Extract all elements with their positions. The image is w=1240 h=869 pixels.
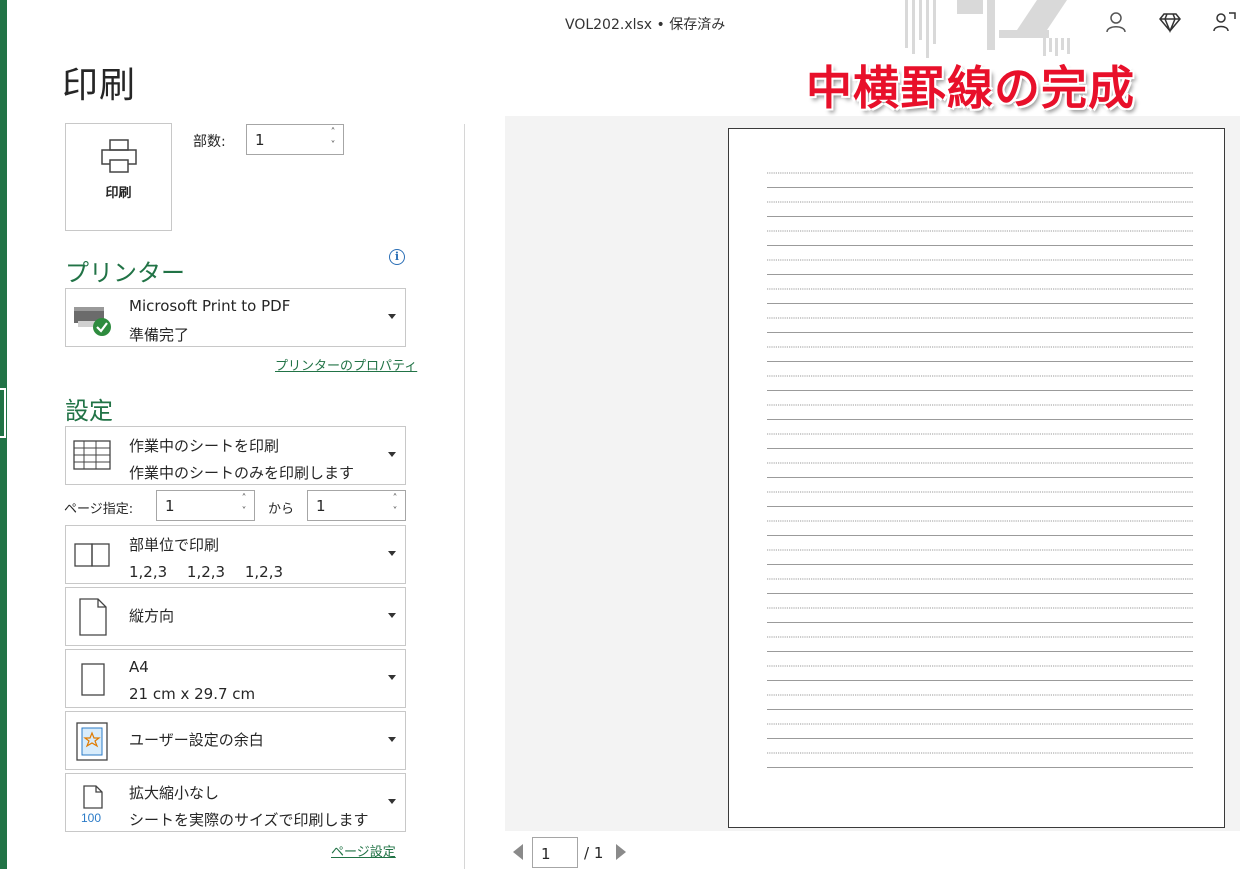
print-scope-title: 作業中のシートを印刷 (129, 437, 280, 455)
print-scope-dropdown[interactable]: 作業中のシートを印刷 作業中のシートのみを印刷します (65, 426, 406, 485)
chevron-down-icon (388, 675, 396, 680)
printer-name: Microsoft Print to PDF (129, 297, 291, 315)
chevron-down-icon (388, 737, 396, 742)
spinner-up-icon[interactable]: ˄ (238, 492, 250, 505)
settings-section-title: 設定 (65, 397, 113, 425)
share-icon[interactable] (1212, 10, 1236, 34)
info-icon[interactable]: i (389, 249, 405, 265)
orientation-title: 縦方向 (129, 607, 175, 625)
page-title: 印刷 (62, 65, 137, 106)
current-page-value: 1 (541, 845, 551, 863)
chevron-down-icon (388, 314, 396, 319)
orientation-dropdown[interactable]: 縦方向 (65, 587, 406, 646)
copies-spinner[interactable]: 1 ˄ ˅ (246, 124, 344, 155)
no-scaling-icon: 100 (81, 785, 103, 824)
print-scope-subtitle: 作業中のシートのみを印刷します (129, 464, 355, 482)
pages-to-spinner[interactable]: 1 ˄ ˅ (307, 490, 406, 521)
printer-status: 準備完了 (129, 326, 190, 344)
preview-page (728, 128, 1225, 828)
pages-to-value: 1 (316, 497, 326, 515)
pages-label: ページ指定: (64, 502, 134, 517)
collate-title: 部単位で印刷 (129, 536, 220, 554)
page-total: / 1 (584, 844, 604, 862)
spinner-down-icon[interactable]: ˅ (327, 139, 339, 152)
caption-banner: 中横罫線の完成 (806, 61, 1135, 115)
margins-dropdown[interactable]: ユーザー設定の余白 (65, 711, 406, 770)
diamond-icon[interactable] (1158, 10, 1182, 34)
scaling-subtitle: シートを実際のサイズで印刷します (129, 811, 369, 829)
portrait-page-icon (79, 598, 107, 636)
document-title: VOL202.xlsx • 保存済み (565, 17, 726, 33)
background-decoration (905, 0, 1070, 58)
paper-size-dropdown[interactable]: A4 21 cm x 29.7 cm (65, 649, 406, 708)
next-page-icon[interactable] (616, 844, 626, 860)
copies-label: 部数: (193, 134, 226, 150)
sheet-grid-icon (73, 440, 111, 470)
title-bar: VOL202.xlsx • 保存済み (7, 0, 1240, 58)
margins-title: ユーザー設定の余白 (129, 731, 264, 749)
current-page-input[interactable]: 1 (532, 837, 578, 868)
spinner-down-icon[interactable]: ˅ (389, 505, 401, 518)
pages-from-spinner[interactable]: 1 ˄ ˅ (156, 490, 255, 521)
scaling-dropdown[interactable]: 100 拡大縮小なし シートを実際のサイズで印刷します (65, 773, 406, 832)
ruled-lines (767, 172, 1193, 768)
chevron-down-icon (388, 799, 396, 804)
spinner-up-icon[interactable]: ˄ (389, 492, 401, 505)
paper-size-title: A4 (129, 658, 149, 676)
printer-icon (101, 139, 137, 173)
chevron-down-icon (388, 551, 396, 556)
account-icon[interactable] (1104, 10, 1128, 34)
print-button-label: 印刷 (105, 186, 132, 201)
chevron-down-icon (388, 452, 396, 457)
collated-pages-icon (74, 543, 110, 567)
printer-section-title: プリンター (65, 259, 185, 287)
panel-divider (464, 124, 465, 869)
pages-to-label: から (268, 502, 295, 517)
collate-dropdown[interactable]: 部単位で印刷 1,2,3 1,2,3 1,2,3 (65, 525, 406, 584)
chevron-down-icon (388, 613, 396, 618)
printer-dropdown[interactable]: Microsoft Print to PDF 準備完了 (65, 288, 406, 347)
pages-from-value: 1 (165, 497, 175, 515)
print-button[interactable]: 印刷 (65, 123, 172, 231)
previous-page-icon[interactable] (513, 844, 523, 860)
scaling-icon-text: 100 (81, 811, 101, 824)
spinner-up-icon[interactable]: ˄ (327, 126, 339, 139)
collate-subtitle: 1,2,3 1,2,3 1,2,3 (129, 563, 284, 581)
copies-value: 1 (255, 131, 265, 149)
printer-properties-link[interactable]: プリンターのプロパティ (275, 355, 417, 374)
scaling-title: 拡大縮小なし (129, 784, 220, 802)
page-setup-link[interactable]: ページ設定 (331, 841, 396, 860)
paper-size-icon (81, 663, 105, 696)
spinner-down-icon[interactable]: ˅ (238, 505, 250, 518)
custom-margins-icon (76, 722, 108, 761)
nav-selection-marker (0, 388, 6, 438)
printer-ready-icon (74, 307, 111, 336)
paper-size-subtitle: 21 cm x 29.7 cm (129, 685, 256, 703)
